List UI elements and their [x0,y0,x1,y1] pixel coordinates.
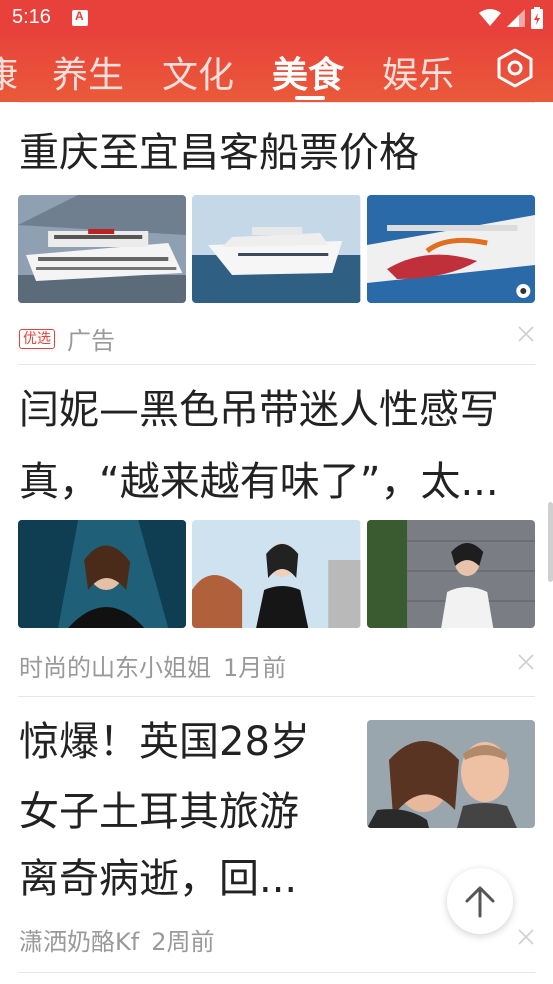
feed-source: 潇洒奶酪Kf [19,928,140,956]
scrollbar[interactable] [548,502,553,582]
yacht-image[interactable] [192,195,361,303]
status-time: 5:16 [12,6,51,28]
divider [18,696,535,697]
article-image[interactable] [367,720,535,828]
cruise-ship-image[interactable] [18,195,187,303]
status-bar: 5:16 [0,0,553,36]
feed-time: 1月前 [223,654,287,682]
channel-settings-button[interactable] [495,48,535,88]
feed-title-line[interactable]: 离奇病逝，回... [19,850,297,908]
tab-wellness[interactable]: 养生 [52,46,124,98]
app-notification-icon [72,9,88,26]
tab-culture[interactable]: 文化 [162,46,234,98]
divider [18,972,535,973]
signal-icon [507,9,525,27]
divider [18,102,535,103]
promoted-badge: 优选 [19,328,55,349]
close-icon[interactable] [517,653,535,671]
active-tab-indicator [295,96,325,100]
tab-food[interactable]: 美食 [272,46,344,98]
hexagon-settings-icon [497,48,533,88]
cruise-liner-image[interactable] [366,195,535,303]
close-icon[interactable] [517,928,535,946]
feed-title-line[interactable]: 真，“越来越有味了”，太... [19,453,499,511]
feed-title-line[interactable]: 女子土耳其旅游 [19,783,299,841]
feed-title-line[interactable]: 闫妮—黑色吊带迷人性感写 [19,381,499,439]
feed-time: 2周前 [151,928,215,956]
arrow-up-icon [465,886,495,918]
article-image[interactable] [192,520,361,628]
battery-icon [531,7,543,29]
tab-entertainment[interactable]: 娱乐 [382,46,454,98]
close-icon[interactable] [517,325,535,343]
scroll-to-top-button[interactable] [447,868,513,934]
divider [18,364,535,365]
feed-source: 广告 [67,327,115,355]
wifi-icon [479,9,501,26]
feed-source: 时尚的山东小姐姐 [19,654,211,682]
feed-title-line[interactable]: 惊爆！英国28岁 [19,713,310,771]
article-image[interactable] [366,520,535,628]
feed-title[interactable]: 重庆至宜昌客船票价格 [19,124,419,182]
tab-health[interactable]: 康 [0,46,18,98]
category-tabs: 康 养生 文化 美食 娱乐 [0,36,553,102]
article-image[interactable] [18,520,187,628]
